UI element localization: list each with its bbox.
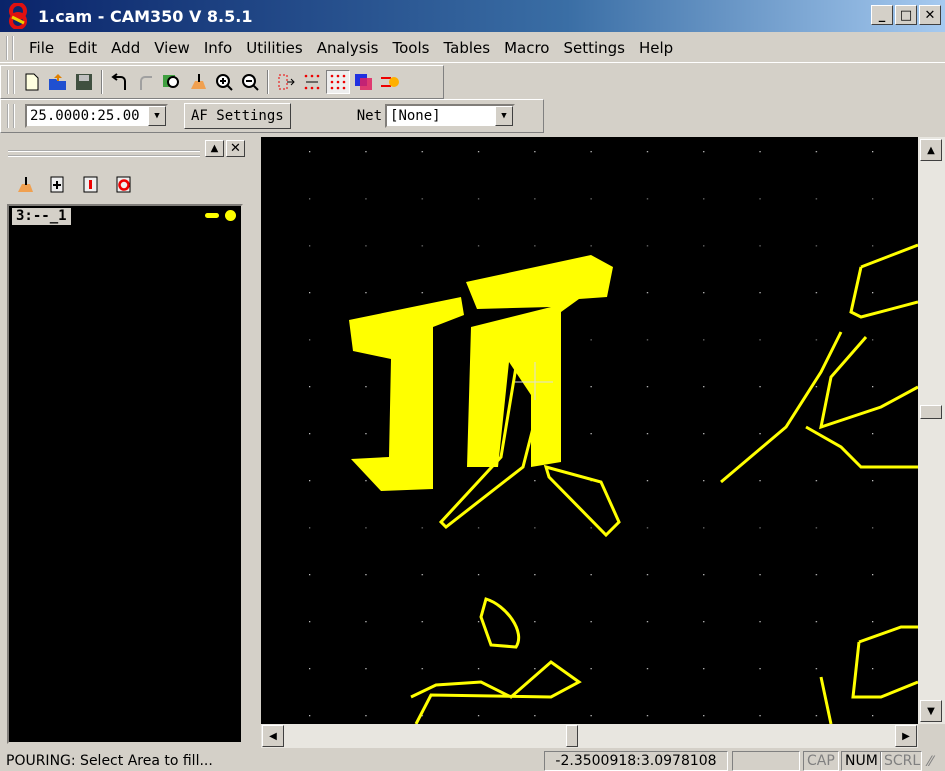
panel-grip[interactable]: [8, 150, 200, 157]
menubar-grip[interactable]: [6, 35, 14, 60]
menu-view[interactable]: View: [147, 39, 197, 57]
chevron-down-icon[interactable]: ▼: [495, 106, 514, 126]
vertical-scrollbar[interactable]: ▲ ▼: [918, 137, 945, 724]
menu-utilities[interactable]: Utilities: [239, 39, 309, 57]
settings-toolbar: 25.0000:25.00 ▼ AF Settings Net [None] ▼: [0, 99, 544, 133]
menu-macro[interactable]: Macro: [497, 39, 556, 57]
menu-help[interactable]: Help: [632, 39, 680, 57]
status-empty-pane: [732, 751, 800, 771]
redo-icon[interactable]: [134, 70, 158, 94]
status-message: POURING: Select Area to fill...: [6, 753, 213, 769]
menu-analysis[interactable]: Analysis: [310, 39, 386, 57]
net-label: Net: [356, 108, 383, 124]
scroll-right-button[interactable]: ▶: [895, 725, 917, 747]
drawing-canvas[interactable]: [261, 137, 918, 724]
scroll-up-button[interactable]: ▲: [920, 139, 942, 161]
layer-colors-icon[interactable]: [352, 70, 376, 94]
scroll-down-button[interactable]: ▼: [920, 700, 942, 722]
window-title: 1.cam - CAM350 V 8.5.1: [38, 6, 253, 26]
menu-info[interactable]: Info: [197, 39, 239, 57]
redraw-icon[interactable]: [186, 70, 210, 94]
zoom-window-icon[interactable]: [160, 70, 184, 94]
menu-file[interactable]: File: [22, 39, 61, 57]
layer-list: 3:--_1: [7, 204, 243, 744]
minimize-button[interactable]: _: [871, 5, 893, 25]
zoom-out-icon[interactable]: [238, 70, 262, 94]
grid-value: 25.0000:25.00: [30, 108, 140, 124]
num-indicator: NUM: [841, 751, 882, 771]
panel-collapse-button[interactable]: ▲: [205, 140, 224, 157]
menu-edit[interactable]: Edit: [61, 39, 104, 57]
vertical-scroll-thumb[interactable]: [920, 405, 942, 419]
menu-tools[interactable]: Tools: [386, 39, 437, 57]
coordinate-readout: -2.3500918:3.0978108: [544, 751, 728, 771]
menu-settings[interactable]: Settings: [556, 39, 632, 57]
menu-add[interactable]: Add: [104, 39, 147, 57]
scrl-indicator: SCRL: [880, 751, 922, 771]
main-toolbar: [0, 65, 444, 99]
horizontal-scroll-thumb[interactable]: [566, 725, 578, 747]
add-layer-icon[interactable]: [46, 173, 70, 197]
resize-grip-icon[interactable]: ⁄⁄: [928, 754, 933, 770]
layer-item[interactable]: 3:--_1: [12, 208, 71, 225]
snap-pad-icon[interactable]: [274, 70, 298, 94]
net-value: [None]: [390, 108, 441, 124]
layer-panel: ▲ ✕ 3:--_1: [0, 137, 256, 747]
highlight-net-icon[interactable]: [378, 70, 402, 94]
toolbar2-grip[interactable]: [7, 104, 15, 128]
chevron-down-icon[interactable]: ▼: [148, 106, 166, 126]
layer-line-swatch: [205, 213, 219, 218]
toolbar-grip[interactable]: [7, 70, 15, 94]
horizontal-scrollbar[interactable]: ◀ ▶: [261, 724, 918, 748]
close-button[interactable]: ✕: [919, 5, 941, 25]
status-bar: POURING: Select Area to fill... -2.35009…: [0, 750, 945, 771]
grid-dots-icon[interactable]: [326, 70, 350, 94]
layer-fill-icon[interactable]: [13, 173, 37, 197]
panel-close-button[interactable]: ✕: [226, 140, 245, 157]
canvas-graphics: [261, 137, 918, 724]
layer-circle-icon[interactable]: [112, 173, 136, 197]
open-file-icon[interactable]: [46, 70, 70, 94]
grid-dots: [261, 137, 918, 724]
cap-indicator: CAP: [803, 751, 839, 771]
maximize-button[interactable]: □: [895, 5, 917, 25]
layer-dot-swatch: [225, 210, 236, 221]
save-icon[interactable]: [72, 70, 96, 94]
layer-bar-icon[interactable]: [79, 173, 103, 197]
menu-tables[interactable]: Tables: [436, 39, 497, 57]
undo-icon[interactable]: [108, 70, 132, 94]
menu-bar: File Edit Add View Info Utilities Analys…: [0, 33, 945, 63]
af-settings-button[interactable]: AF Settings: [184, 103, 291, 129]
zoom-in-icon[interactable]: [212, 70, 236, 94]
new-file-icon[interactable]: [20, 70, 44, 94]
net-combo[interactable]: [None] ▼: [385, 104, 516, 128]
scroll-left-button[interactable]: ◀: [262, 725, 284, 747]
title-bar: 1.cam - CAM350 V 8.5.1 _ □ ✕: [0, 0, 945, 32]
app-logo-icon: [6, 2, 30, 30]
grid-combo[interactable]: 25.0000:25.00 ▼: [25, 104, 168, 128]
snap-grid-icon[interactable]: [300, 70, 324, 94]
